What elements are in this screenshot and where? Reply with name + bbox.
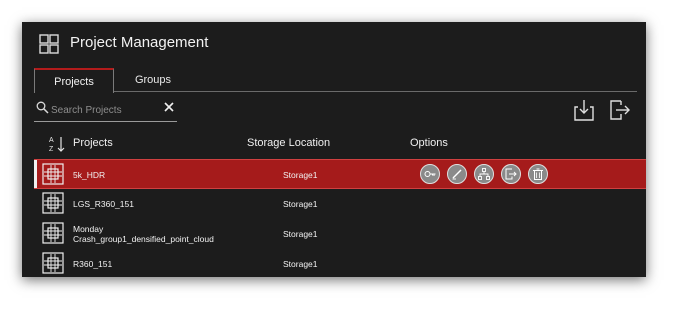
project-management-window: Project Management Projects Groups A Z <box>22 22 646 277</box>
trash-icon <box>533 168 543 180</box>
column-header-options: Options <box>410 137 448 149</box>
hierarchy-button[interactable] <box>474 164 494 184</box>
table-row[interactable]: LGS_R360_151 Storage1 <box>34 189 646 219</box>
column-header-projects[interactable]: Projects <box>73 137 113 149</box>
edit-button[interactable] <box>447 164 467 184</box>
logout-icon[interactable] <box>608 98 632 122</box>
point-cloud-icon <box>42 192 64 214</box>
table-header: A Z Projects Storage Location Options <box>22 132 646 156</box>
storage-location: Storage1 <box>283 170 318 180</box>
search-input[interactable] <box>51 101 161 119</box>
storage-location: Storage1 <box>283 199 318 209</box>
column-header-storage[interactable]: Storage Location <box>247 137 330 149</box>
project-name-line-2: Crash_group1_densified_point_cloud <box>73 234 214 244</box>
table-row[interactable]: 5k_HDR Storage1 <box>34 159 646 189</box>
hierarchy-icon <box>478 168 490 180</box>
project-name: 5k_HDR <box>73 170 106 180</box>
table-row[interactable]: Monday Crash_group1_densified_point_clou… <box>34 219 646 249</box>
title-bar: Project Management <box>22 22 646 66</box>
project-name: LGS_R360_151 <box>73 199 134 209</box>
page-title: Project Management <box>70 34 209 51</box>
svg-text:A: A <box>49 137 54 144</box>
point-cloud-icon <box>42 222 64 244</box>
delete-button[interactable] <box>528 164 548 184</box>
tab-divider <box>34 91 637 92</box>
search-box <box>34 99 177 122</box>
storage-location: Storage1 <box>283 259 318 269</box>
key-button[interactable] <box>420 164 440 184</box>
tab-projects[interactable]: Projects <box>34 68 114 93</box>
storage-location: Storage1 <box>283 229 318 239</box>
point-cloud-icon <box>42 252 64 274</box>
key-icon <box>424 171 436 177</box>
download-icon[interactable] <box>572 98 596 122</box>
project-name-line-1: Monday <box>73 224 104 234</box>
project-name: R360_151 <box>73 259 113 269</box>
grid-icon <box>39 34 59 54</box>
tab-groups[interactable]: Groups <box>118 68 188 92</box>
point-cloud-icon <box>42 163 64 185</box>
close-icon[interactable] <box>162 100 176 114</box>
export-icon <box>505 168 517 180</box>
search-icon <box>36 101 49 114</box>
table-row[interactable]: R360_151 Storage1 <box>34 249 646 277</box>
svg-text:Z: Z <box>49 146 54 153</box>
export-button[interactable] <box>501 164 521 184</box>
tab-bar: Projects Groups <box>22 68 646 93</box>
sort-az-icon[interactable]: A Z <box>48 135 66 153</box>
edit-icon <box>452 169 462 180</box>
